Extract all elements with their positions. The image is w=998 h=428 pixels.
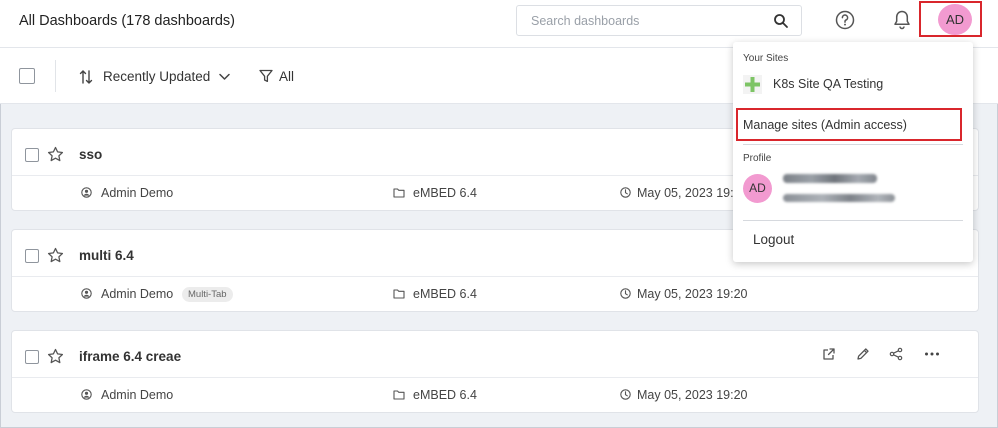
share-icon[interactable] bbox=[889, 347, 903, 361]
clock-icon bbox=[620, 389, 631, 400]
site-item-k8s[interactable]: K8s Site QA Testing bbox=[773, 77, 883, 91]
dashboard-card[interactable]: iframe 6.4 creae Admin Demo eMBED 6.4 Ma… bbox=[11, 330, 979, 413]
edit-pencil-icon[interactable] bbox=[856, 347, 870, 361]
manage-sites-link[interactable]: Manage sites (Admin access) bbox=[743, 118, 907, 132]
help-icon[interactable] bbox=[835, 10, 855, 30]
toolbar-divider bbox=[55, 60, 56, 92]
dashboard-folder: eMBED 6.4 bbox=[413, 287, 477, 301]
user-avatar[interactable]: AD bbox=[938, 4, 972, 35]
logout-button[interactable]: Logout bbox=[753, 232, 794, 247]
folder-icon bbox=[393, 188, 405, 198]
row-checkbox[interactable] bbox=[25, 249, 39, 263]
card-actions bbox=[822, 347, 942, 363]
clock-icon bbox=[620, 187, 631, 198]
search-input[interactable] bbox=[531, 12, 771, 30]
more-options-icon[interactable] bbox=[924, 347, 940, 361]
dashboard-name[interactable]: sso bbox=[79, 147, 102, 162]
multi-tab-badge: Multi-Tab bbox=[182, 287, 233, 302]
dashboard-name[interactable]: multi 6.4 bbox=[79, 248, 134, 263]
folder-icon bbox=[393, 289, 405, 299]
bell-icon[interactable] bbox=[892, 9, 912, 31]
dashboard-updated: May 05, 2023 19:20 bbox=[637, 186, 748, 200]
menu-divider bbox=[743, 220, 963, 221]
profile-avatar[interactable]: AD bbox=[743, 174, 772, 203]
dashboard-folder: eMBED 6.4 bbox=[413, 388, 477, 402]
chevron-down-icon[interactable] bbox=[219, 73, 230, 81]
dashboard-folder: eMBED 6.4 bbox=[413, 186, 477, 200]
user-circle-icon bbox=[81, 288, 92, 299]
clock-icon bbox=[620, 288, 631, 299]
row-checkbox[interactable] bbox=[25, 350, 39, 364]
search-box[interactable] bbox=[516, 5, 802, 36]
dashboard-owner: Admin Demo bbox=[101, 186, 174, 200]
row-checkbox[interactable] bbox=[25, 148, 39, 162]
profile-label: Profile bbox=[743, 153, 772, 164]
your-sites-label: Your Sites bbox=[743, 53, 789, 64]
user-circle-icon bbox=[81, 187, 92, 198]
star-icon[interactable] bbox=[47, 146, 64, 163]
filter-icon[interactable] bbox=[259, 69, 273, 83]
sort-dropdown-label[interactable]: Recently Updated bbox=[103, 69, 210, 84]
folder-icon bbox=[393, 390, 405, 400]
dashboard-owner: Admin Demo bbox=[101, 287, 174, 301]
profile-email-redacted bbox=[783, 194, 895, 202]
search-icon[interactable] bbox=[773, 13, 789, 29]
open-external-icon[interactable] bbox=[822, 347, 836, 361]
dashboard-owner: Admin Demo bbox=[101, 388, 174, 402]
filter-dropdown-label[interactable]: All bbox=[279, 69, 294, 84]
profile-name-redacted bbox=[783, 174, 877, 183]
menu-divider bbox=[743, 144, 963, 145]
select-all-checkbox[interactable] bbox=[19, 68, 35, 84]
dashboard-updated: May 05, 2023 19:20 bbox=[637, 388, 748, 402]
user-dropdown-menu: Your Sites K8s Site QA Testing Manage si… bbox=[733, 42, 973, 262]
star-icon[interactable] bbox=[47, 348, 64, 365]
dashboard-updated: May 05, 2023 19:20 bbox=[637, 287, 748, 301]
page-title: All Dashboards (178 dashboards) bbox=[19, 13, 236, 29]
star-icon[interactable] bbox=[47, 247, 64, 264]
user-circle-icon bbox=[81, 389, 92, 400]
dashboard-name[interactable]: iframe 6.4 creae bbox=[79, 349, 181, 364]
sort-icon[interactable] bbox=[79, 69, 93, 85]
site-plus-icon bbox=[743, 75, 762, 94]
top-header: All Dashboards (178 dashboards) AD bbox=[0, 0, 998, 48]
